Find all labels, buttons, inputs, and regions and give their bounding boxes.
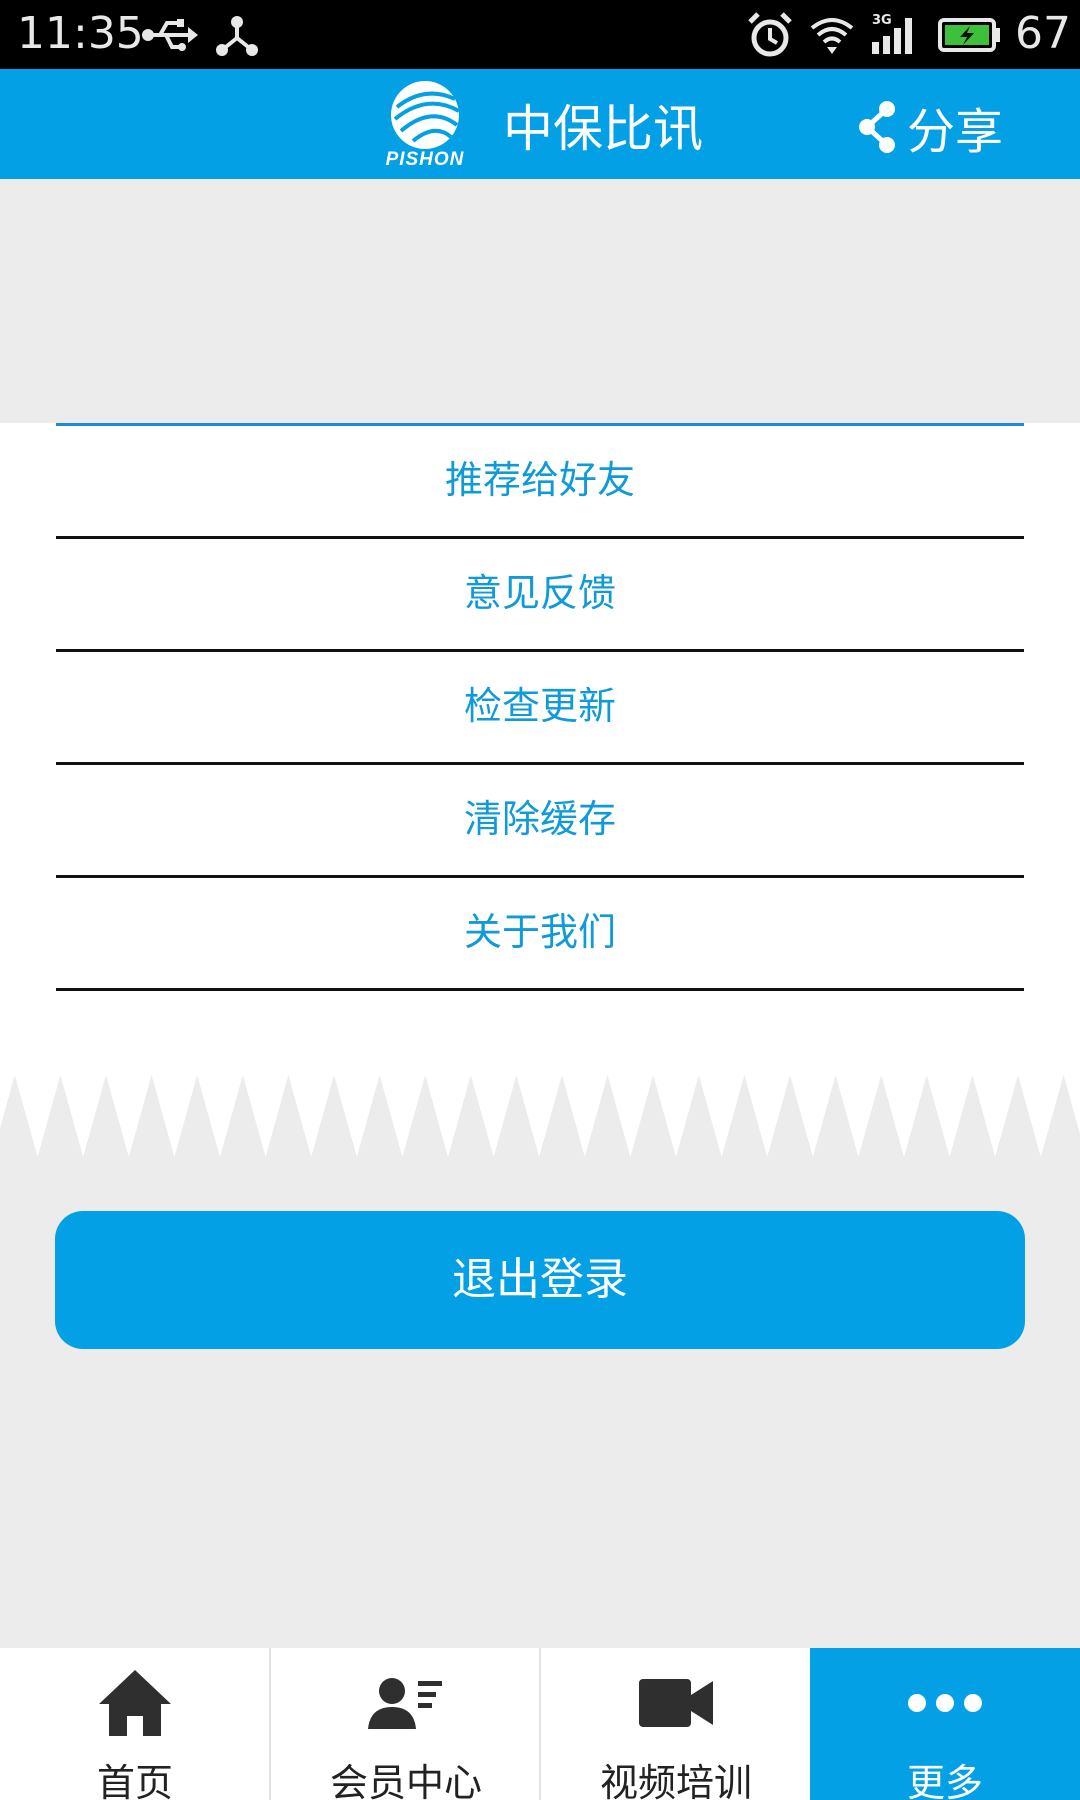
signal-icon: 3G — [872, 13, 912, 54]
menu-item-about-us[interactable]: 关于我们 — [56, 878, 1024, 991]
menu-item-check-update[interactable]: 检查更新 — [56, 652, 1024, 765]
more-dots-icon — [908, 1694, 982, 1712]
bottom-nav: 首页 会员中心 视频培训 更多 — [0, 1648, 1080, 1800]
battery-icon — [938, 18, 1000, 52]
menu-item-clear-cache[interactable]: 清除缓存 — [56, 765, 1024, 878]
logo-text: PISHON — [385, 149, 465, 170]
status-time: 11:35 — [17, 8, 144, 59]
share-network-icon — [216, 16, 258, 56]
menu-item-feedback[interactable]: 意见反馈 — [56, 539, 1024, 652]
nav-item-home[interactable]: 首页 — [0, 1648, 270, 1800]
alarm-icon — [748, 12, 792, 57]
usb-icon — [142, 19, 198, 51]
wifi-icon — [810, 18, 854, 54]
share-button[interactable]: 分享 — [857, 97, 1003, 160]
nav-item-more[interactable]: 更多 — [810, 1648, 1080, 1800]
network-type: 3G — [872, 13, 892, 28]
app-title: 中保比讯 — [503, 100, 703, 158]
home-icon — [99, 1670, 171, 1736]
video-camera-icon — [639, 1679, 713, 1727]
member-icon — [368, 1678, 442, 1729]
nav-label-video-training: 视频培训 — [599, 1761, 752, 1800]
zigzag-divider — [0, 1071, 1080, 1157]
share-label: 分享 — [907, 104, 1004, 160]
menu-item-recommend[interactable]: 推荐给好友 — [56, 426, 1024, 539]
nav-item-member-center[interactable]: 会员中心 — [271, 1648, 541, 1800]
share-icon — [859, 101, 895, 153]
battery-percent: 67 — [1015, 8, 1071, 59]
settings-menu: 推荐给好友 意见反馈 检查更新 清除缓存 关于我们 — [0, 423, 1080, 1071]
blank-banner-area — [0, 179, 1080, 423]
status-bar: 11:35 3G 67 — [0, 0, 1080, 69]
nav-label-more: 更多 — [906, 1761, 983, 1800]
nav-item-video-training[interactable]: 视频培训 — [541, 1648, 811, 1800]
nav-label-member-center: 会员中心 — [329, 1761, 482, 1800]
app-header: PISHON 中保比讯 分享 — [0, 69, 1080, 179]
nav-label-home: 首页 — [96, 1761, 173, 1800]
logout-button[interactable]: 退出登录 — [55, 1211, 1025, 1349]
